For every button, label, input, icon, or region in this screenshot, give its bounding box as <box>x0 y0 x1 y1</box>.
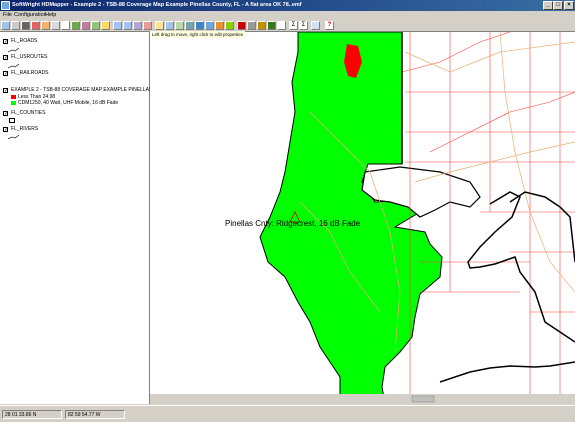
target-icon[interactable] <box>31 21 40 30</box>
app-icon <box>1 1 10 10</box>
window-title: SoftWright HDMapper - Example 2 - TSB-88… <box>12 2 302 8</box>
line-tool-icon[interactable] <box>51 21 60 30</box>
print-icon[interactable] <box>175 21 184 30</box>
checkbox-checked[interactable]: ✓ <box>3 55 8 61</box>
checkbox-checked[interactable]: ✓ <box>3 88 8 94</box>
image-icon[interactable] <box>215 21 224 30</box>
checkbox-checked[interactable]: ✓ <box>3 111 8 117</box>
county-boundary-symbol <box>9 118 15 123</box>
horizontal-scrollbar-thumb <box>411 395 435 403</box>
coverage-icon[interactable] <box>267 21 276 30</box>
zoom-in-icon[interactable] <box>113 21 122 30</box>
zoom-out-icon[interactable] <box>123 21 132 30</box>
coverage-map[interactable] <box>150 32 575 404</box>
longitude-readout: 82 59 54.77 W <box>65 410 125 419</box>
checkbox-checked[interactable]: ✓ <box>3 127 8 133</box>
layer-remove-icon[interactable] <box>205 21 214 30</box>
latitude-readout: 28 01 33.86 N <box>2 410 62 419</box>
layer-add-icon[interactable] <box>195 21 204 30</box>
status-bar: 28 01 33.86 N 82 59 54.77 W <box>0 405 575 422</box>
save-icon[interactable] <box>165 21 174 30</box>
menu-configuration[interactable]: Configuration <box>14 11 47 20</box>
zoom-icon[interactable] <box>1 21 10 30</box>
route-line-symbol <box>8 64 20 69</box>
route-icon[interactable] <box>247 21 256 30</box>
site-label: Pinellas Cnty: Ridgecrest, 16 dB Fade <box>225 219 361 228</box>
below-threshold-swatch <box>11 95 16 99</box>
checkbox-checked[interactable]: ✓ <box>3 39 8 45</box>
marker-icon[interactable] <box>237 21 246 30</box>
measure-icon[interactable] <box>81 21 90 30</box>
properties-icon[interactable] <box>101 21 110 30</box>
search-icon[interactable] <box>11 21 20 30</box>
river-line-symbol <box>8 135 20 140</box>
map-hint: Left drag to move, right click to edit p… <box>150 31 246 38</box>
roads-layer <box>401 32 575 404</box>
open-icon[interactable] <box>155 21 164 30</box>
menu-help[interactable]: Help <box>45 11 56 20</box>
refresh-icon[interactable] <box>143 21 152 30</box>
close-button[interactable]: × <box>564 1 574 10</box>
settings-icon[interactable] <box>311 21 320 30</box>
menu-file[interactable]: File <box>3 11 12 20</box>
east-boundary-shape <box>509 191 575 263</box>
layer-legend-panel: ✓ FL_ROADS ✓ FL_USROUTES ✓ FL_RAILROADS … <box>0 32 171 404</box>
pan-icon[interactable] <box>71 21 80 30</box>
minimize-button[interactable]: _ <box>543 1 553 10</box>
table-icon[interactable] <box>277 21 286 30</box>
pointer-icon[interactable] <box>61 21 70 30</box>
maximize-button[interactable]: □ <box>553 1 563 10</box>
text-tool-icon[interactable] <box>41 21 50 30</box>
grid-icon[interactable] <box>225 21 234 30</box>
menu-bar: File Configuration Help <box>0 11 575 20</box>
layers-icon[interactable] <box>91 21 100 30</box>
south-county-boundary <box>439 361 575 383</box>
coverage-area <box>259 32 443 404</box>
sigma-icon[interactable]: Σ <box>289 21 298 30</box>
map-canvas[interactable] <box>150 32 575 404</box>
zoom-extents-icon[interactable] <box>133 21 142 30</box>
terrain-icon[interactable] <box>257 21 266 30</box>
checkbox-checked[interactable]: ✓ <box>3 71 8 77</box>
help-icon[interactable]: ? <box>325 21 334 30</box>
hillsborough-boundary <box>467 191 575 343</box>
toolbar: Σ Σ ? <box>0 20 575 32</box>
sum-icon[interactable]: Σ <box>299 21 308 30</box>
export-icon[interactable] <box>185 21 194 30</box>
coverage-swatch <box>11 101 16 105</box>
title-bar: SoftWright HDMapper - Example 2 - TSB-88… <box>0 0 575 11</box>
road-line-symbol <box>8 48 20 53</box>
info-icon[interactable] <box>21 21 30 30</box>
